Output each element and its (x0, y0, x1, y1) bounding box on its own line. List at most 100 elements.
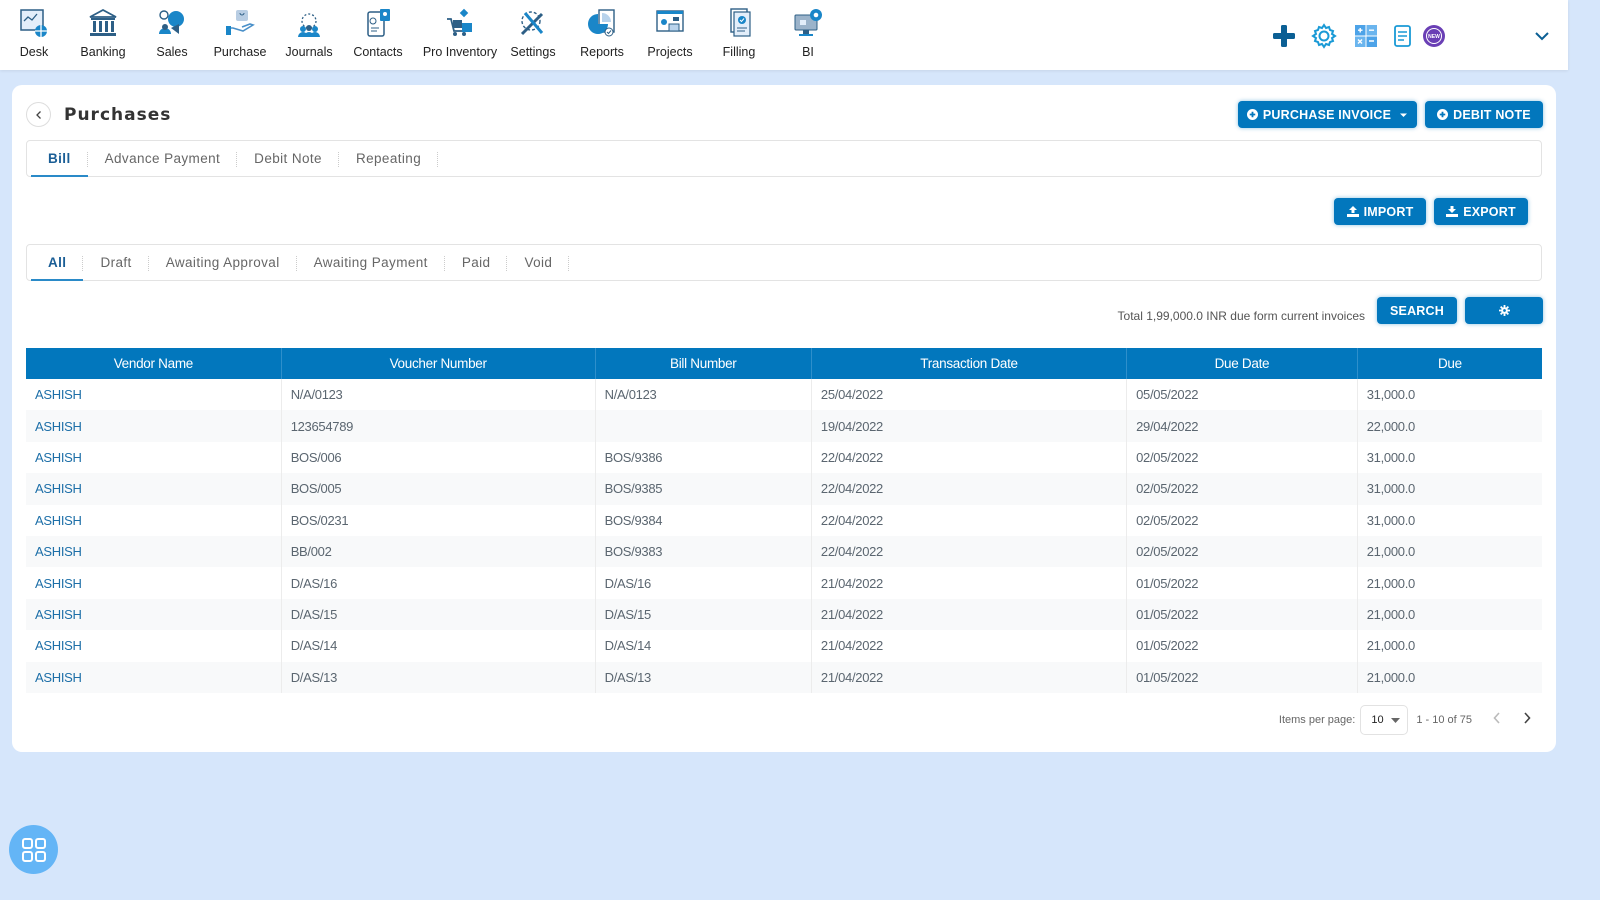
table-row[interactable]: ASHISH D/AS/14 D/AS/14 21/04/2022 01/05/2022… (26, 630, 1542, 662)
import-button[interactable]: IMPORT (1334, 198, 1426, 225)
cell-transaction-date: 22/04/2022 (811, 473, 1128, 505)
chevron-down-icon[interactable] (1530, 24, 1554, 48)
cell-vendor-name[interactable]: ASHISH (26, 441, 282, 474)
nav-item-label: Journals (285, 45, 333, 59)
nav-item-settings[interactable]: Settings (493, 6, 573, 59)
tab-bill[interactable]: Bill (31, 141, 88, 177)
top-navigation: Desk Banking Sales Purchase Journals Contacts… (0, 0, 1568, 70)
items-per-page-select[interactable]: 10 (1360, 705, 1409, 735)
cell-vendor-name[interactable]: ASHISH (26, 473, 282, 505)
search-button[interactable]: SEARCH (1377, 297, 1457, 324)
reports-icon (588, 9, 615, 37)
nav-item-label: Purchase (213, 45, 267, 59)
cell-due-date: 02/05/2022 (1126, 504, 1358, 536)
tab-draft[interactable]: Draft (83, 245, 149, 280)
cell-due: 21,000.0 (1357, 535, 1542, 568)
total-due-text: Total 1,99,000.0 INR due form current in… (1117, 309, 1365, 323)
cell-bill-number: D/AS/13 (595, 661, 812, 693)
nav-item-journals[interactable]: Journals (269, 6, 349, 59)
cell-transaction-date: 19/04/2022 (811, 410, 1128, 442)
cell-bill-number: BOS/9385 (595, 473, 812, 505)
cell-voucher-number: N/A/0123 (281, 379, 596, 411)
table-row[interactable]: ASHISH D/AS/15 D/AS/15 21/04/2022 01/05/2022… (26, 598, 1542, 631)
new-badge-icon[interactable]: NEW (1420, 22, 1448, 50)
previous-page-button[interactable] (1482, 711, 1512, 730)
table-row[interactable]: ASHISH BOS/005 BOS/9385 22/04/2022 02/05/202… (26, 473, 1542, 505)
back-button[interactable] (26, 102, 51, 127)
column-header-transaction-date[interactable]: Transaction Date (811, 348, 1128, 379)
cell-bill-number: N/A/0123 (595, 379, 812, 411)
cell-due-date: 29/04/2022 (1126, 410, 1358, 442)
cell-due-date: 05/05/2022 (1126, 379, 1358, 411)
table-row[interactable]: ASHISH BB/002 BOS/9383 22/04/2022 02/05/2022… (26, 535, 1542, 568)
items-per-page-value: 10 (1371, 714, 1384, 726)
gear-icon[interactable] (1310, 22, 1338, 50)
purchases-card: Purchases PURCHASE INVOICE DEBIT NOTE Bi… (12, 85, 1556, 752)
cell-vendor-name[interactable]: ASHISH (26, 598, 282, 631)
debit-note-button[interactable]: DEBIT NOTE (1425, 101, 1543, 128)
calculator-icon[interactable] (1352, 22, 1380, 50)
notes-icon[interactable] (1389, 22, 1417, 50)
nav-item-purchase[interactable]: Purchase (200, 6, 280, 59)
cell-due: 31,000.0 (1366, 512, 1416, 528)
table-row[interactable]: ASHISH N/A/0123 N/A/0123 25/04/2022 05/05/20… (26, 379, 1542, 411)
plus-icon[interactable] (1270, 22, 1298, 50)
nav-item-projects[interactable]: Projects (630, 6, 710, 59)
table-row[interactable]: ASHISH 123654789 19/04/2022 29/04/2022 22,00… (26, 410, 1542, 442)
cell-vendor-name[interactable]: ASHISH (26, 567, 282, 599)
column-header-bill-number[interactable]: Bill Number (595, 348, 812, 379)
upload-icon (1346, 206, 1359, 217)
column-header-vendor-name[interactable]: Vendor Name (26, 348, 282, 379)
column-header-voucher-number[interactable]: Voucher Number (281, 348, 596, 379)
apps-grid-button[interactable] (9, 825, 58, 874)
table-row[interactable]: ASHISH BOS/0231 BOS/9384 22/04/2022 02/05/20… (26, 504, 1542, 536)
column-header-due[interactable]: Due (1357, 348, 1542, 379)
next-page-button[interactable] (1512, 711, 1542, 730)
cell-due: 22,000.0 (1357, 410, 1542, 442)
cell-vendor-name[interactable]: ASHISH (26, 661, 282, 693)
cell-vendor-name[interactable]: ASHISH (26, 410, 282, 442)
cell-bill-number: D/AS/14 (595, 630, 812, 662)
cell-due-date: 01/05/2022 (1126, 598, 1358, 631)
tab-repeating[interactable]: Repeating (339, 141, 439, 176)
export-button[interactable]: EXPORT (1434, 198, 1528, 225)
tab-paid[interactable]: Paid (445, 245, 508, 280)
tab-awaiting-approval[interactable]: Awaiting Approval (149, 245, 297, 280)
cell-vendor-name[interactable]: ASHISH (26, 504, 282, 536)
cell-voucher-number: BOS/006 (281, 441, 596, 474)
tab-awaiting-payment[interactable]: Awaiting Payment (297, 245, 446, 280)
tab-advance-payment[interactable]: Advance Payment (88, 141, 238, 176)
tab-all[interactable]: All (31, 245, 84, 281)
nav-item-contacts[interactable]: Contacts (338, 6, 418, 59)
chevron-left-icon (35, 110, 41, 119)
nav-item-label: Banking (80, 45, 126, 59)
cell-due-date: 02/05/2022 (1126, 441, 1358, 474)
table-row[interactable]: ASHISH D/AS/13 D/AS/13 21/04/2022 01/05/2022… (26, 661, 1542, 693)
cell-due-date: 01/05/2022 (1126, 567, 1358, 599)
bank-icon (89, 8, 117, 36)
cell-vendor-name[interactable]: ASHISH (26, 379, 282, 411)
cell-bill-number: BOS/9386 (595, 441, 812, 474)
tab-debit-note[interactable]: Debit Note (237, 141, 339, 176)
nav-item-label: Projects (647, 45, 693, 59)
nav-item-filling[interactable]: Filling (699, 6, 779, 59)
cell-vendor-name[interactable]: ASHISH (26, 630, 282, 662)
cell-due-date: 02/05/2022 (1126, 535, 1358, 568)
table-settings-button[interactable] (1465, 297, 1543, 324)
table-row[interactable]: ASHISH D/AS/16 D/AS/16 21/04/2022 01/05/2022… (26, 567, 1542, 599)
debit-note-label: DEBIT NOTE (1453, 107, 1531, 122)
search-label: SEARCH (1390, 303, 1444, 318)
cell-transaction-date: 22/04/2022 (811, 535, 1128, 568)
column-header-due-date[interactable]: Due Date (1126, 348, 1358, 379)
nav-item-banking[interactable]: Banking (63, 6, 143, 59)
tab-void[interactable]: Void (507, 245, 570, 280)
purchase-invoice-button[interactable]: PURCHASE INVOICE (1238, 101, 1417, 128)
table-row[interactable]: ASHISH BOS/006 BOS/9386 22/04/2022 02/05/202… (26, 441, 1542, 474)
nav-item-label: Filling (722, 45, 756, 59)
page-range-text: 1 - 10 of 75 (1416, 714, 1472, 726)
cell-voucher-number: D/AS/13 (281, 661, 596, 693)
cell-vendor-name[interactable]: ASHISH (26, 535, 282, 568)
settings-icon (520, 11, 544, 36)
nav-item-bi[interactable]: BI (768, 6, 848, 59)
download-icon (1446, 206, 1459, 217)
